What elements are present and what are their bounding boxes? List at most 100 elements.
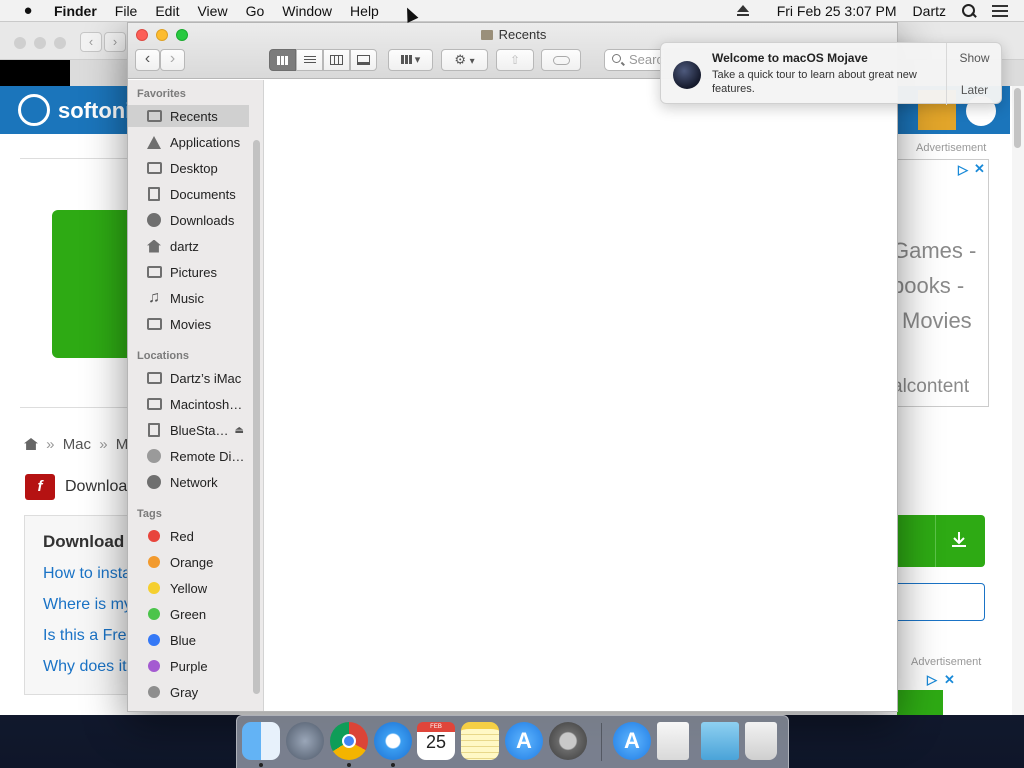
sidebar-item-label: Gray (170, 684, 199, 700)
sidebar-item-label: Documents (170, 186, 236, 202)
finder-icon[interactable] (242, 722, 280, 760)
safari-icon[interactable] (374, 722, 412, 760)
secondary-button[interactable] (897, 583, 985, 621)
app-store-download-icon[interactable]: A (613, 722, 651, 760)
sidebar-item-label: Blue (170, 632, 197, 648)
menu-file[interactable]: File (115, 3, 138, 19)
spotlight-icon[interactable] (962, 3, 976, 18)
browser-back-icon[interactable]: ‹ (80, 32, 102, 52)
browser-minimize-button[interactable] (34, 37, 46, 49)
share-button[interactable]: ⇧ (496, 49, 534, 71)
ad-box[interactable]: Games - books - Movies alcontent ▷ ✕ (897, 159, 989, 407)
notification-banner[interactable]: Welcome to macOS Mojave Take a quick tou… (660, 42, 1002, 105)
sidebar-item-music[interactable]: ♫ Music (128, 287, 249, 309)
sidebar-item-label: Purple (170, 658, 208, 674)
list-view-button[interactable] (296, 49, 323, 71)
sidebar-tag-blue[interactable]: Blue (128, 629, 249, 651)
browser-zoom-button[interactable] (54, 37, 66, 49)
finder-content-area[interactable] (265, 80, 897, 711)
back-button[interactable]: ‹ (135, 49, 160, 71)
preview-icon[interactable] (657, 722, 689, 760)
faq-link[interactable]: Where is my (43, 596, 132, 614)
calendar-icon[interactable]: FEB 25 (417, 722, 455, 760)
softonic-brand[interactable]: softoni (58, 98, 131, 124)
sidebar-item-pictures[interactable]: Pictures (128, 261, 249, 283)
icon-view-button[interactable] (269, 49, 296, 71)
sidebar-tag-red[interactable]: Red (128, 525, 249, 547)
sidebar-item-network[interactable]: Network (128, 471, 249, 493)
notes-icon[interactable] (461, 722, 499, 760)
eject-icon[interactable] (736, 5, 749, 16)
sidebar-item-label: Recents (170, 108, 218, 124)
menu-go[interactable]: Go (246, 3, 265, 19)
menu-help[interactable]: Help (350, 3, 379, 19)
download-button[interactable] (897, 515, 985, 567)
sidebar-item-bluestacks[interactable]: BlueSta… ⏏ (128, 419, 249, 441)
breadcrumb-mac[interactable]: Mac (63, 436, 91, 453)
app-store-icon[interactable]: A (505, 722, 543, 760)
browser-close-button[interactable] (14, 37, 26, 49)
column-view-button[interactable] (323, 49, 350, 71)
system-preferences-icon[interactable] (549, 722, 587, 760)
apple-menu-icon[interactable]: ● (18, 2, 38, 19)
divider (20, 158, 130, 159)
faq-link[interactable]: Is this a Fre (43, 627, 127, 645)
sidebar-item-downloads[interactable]: Downloads (128, 209, 249, 231)
sidebar-item-documents[interactable]: Documents (128, 183, 249, 205)
sidebar-item-remote-disc[interactable]: Remote Di… (128, 445, 249, 467)
gallery-view-button[interactable] (350, 49, 377, 71)
menu-view[interactable]: View (197, 3, 227, 19)
sidebar-item-dartz[interactable]: dartz (128, 235, 249, 257)
notification-later-button[interactable]: Later (947, 83, 1002, 97)
ad-close-icon[interactable]: ✕ (974, 161, 985, 177)
edit-tags-button[interactable] (541, 49, 581, 71)
home-icon[interactable] (24, 438, 38, 450)
ad-banner[interactable] (897, 690, 943, 715)
menu-clock[interactable]: Fri Feb 25 3:07 PM (777, 3, 897, 19)
sidebar-item-desktop[interactable]: Desktop (128, 157, 249, 179)
menu-edit[interactable]: Edit (155, 3, 179, 19)
folder-stack-icon[interactable] (701, 722, 739, 760)
sidebar-item-movies[interactable]: Movies (128, 313, 249, 335)
faq-link[interactable]: How to insta (43, 565, 131, 583)
menu-window[interactable]: Window (282, 3, 332, 19)
notification-show-button[interactable]: Show (947, 51, 1002, 65)
sidebar-tag-gray[interactable]: Gray (128, 681, 249, 703)
film-icon (146, 317, 162, 331)
ad-close-icon[interactable]: ✕ (944, 672, 955, 688)
download-banner[interactable] (52, 210, 132, 358)
sidebar-item-label: dartz (170, 238, 199, 254)
sidebar-tag-orange[interactable]: Orange (128, 551, 249, 573)
music-note-icon: ♫ (148, 289, 160, 306)
browser-scrollbar-thumb[interactable] (1014, 88, 1021, 148)
menu-user[interactable]: Dartz (913, 3, 946, 19)
browser-tab-dark[interactable] (0, 60, 70, 86)
search-field[interactable]: Search (604, 49, 664, 71)
launchpad-icon[interactable] (286, 722, 324, 760)
sidebar-item-imac[interactable]: Dartz’s iMac (128, 367, 249, 389)
sidebar-scrollbar[interactable] (253, 140, 260, 694)
share-icon: ⇧ (509, 53, 521, 67)
trash-icon[interactable] (745, 722, 777, 760)
action-button[interactable]: ⚙ ▾ (441, 49, 488, 71)
faq-link[interactable]: Why does it (43, 658, 127, 676)
browser-forward-icon[interactable]: › (104, 32, 126, 52)
imac-icon (146, 371, 162, 385)
menu-app-name[interactable]: Finder (54, 3, 97, 19)
forward-button[interactable]: › (160, 49, 185, 71)
group-by-button[interactable]: ▾ (388, 49, 433, 71)
ad-choices-icon[interactable]: ▷ (927, 672, 937, 688)
sidebar-tag-green[interactable]: Green (128, 603, 249, 625)
chrome-icon[interactable] (330, 722, 368, 760)
sidebar-item-applications[interactable]: Applications (128, 131, 249, 153)
softonic-logo-icon[interactable] (18, 94, 50, 126)
notification-center-icon[interactable] (992, 4, 1008, 17)
sidebar-item-recents[interactable]: Recents (128, 105, 249, 127)
sidebar-tag-purple[interactable]: Purple (128, 655, 249, 677)
button-divider (935, 515, 936, 567)
browser-scrollbar[interactable] (1012, 86, 1024, 715)
eject-icon[interactable]: ⏏ (235, 425, 244, 436)
sidebar-tag-yellow[interactable]: Yellow (128, 577, 249, 599)
ad-choices-icon[interactable]: ▷ (958, 162, 968, 178)
sidebar-item-macintosh-hd[interactable]: Macintosh… (128, 393, 249, 415)
